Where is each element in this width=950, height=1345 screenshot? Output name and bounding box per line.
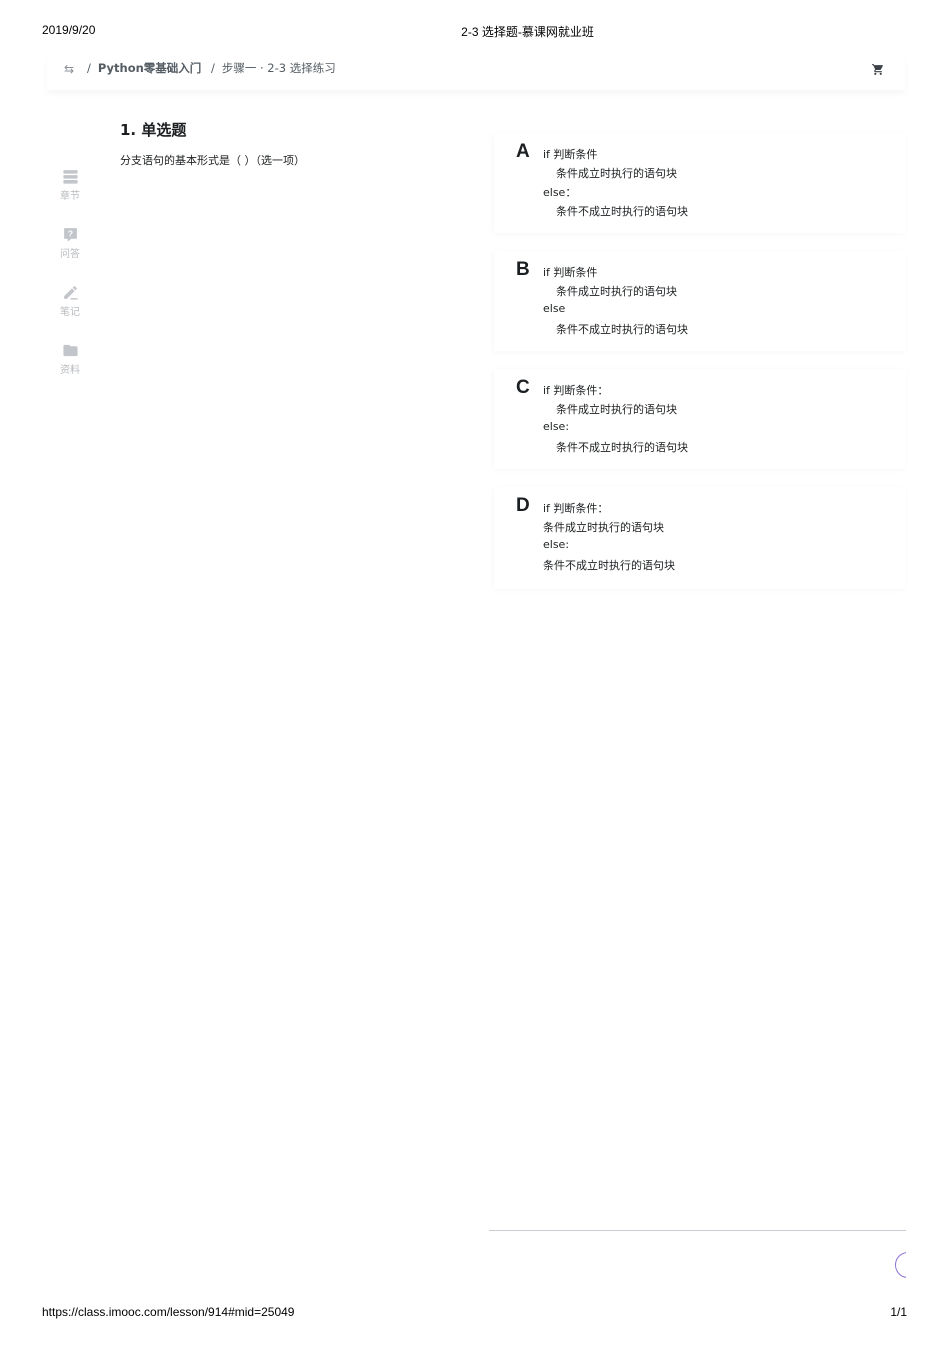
option-line: else:: [543, 420, 570, 433]
switch-arrows-icon[interactable]: ⇆: [61, 61, 77, 77]
option-letter: D: [516, 495, 530, 516]
option-letter: B: [516, 259, 530, 280]
print-page-number: 1/1: [890, 1305, 907, 1319]
sidebar-item-label: 资料: [60, 365, 80, 376]
breadcrumb-course[interactable]: Python零基础入门: [98, 61, 201, 75]
option-line: if 判断条件: [543, 148, 598, 161]
option-line: 条件不成立时执行的语句块: [556, 323, 688, 336]
print-url: https://class.imooc.com/lesson/914#mid=2…: [42, 1305, 295, 1319]
option-line: 条件成立时执行的语句块: [556, 403, 677, 416]
question-title: 1. 单选题: [120, 121, 187, 139]
option-line: 条件成立时执行的语句块: [556, 285, 677, 298]
option-d[interactable]: D if 判断条件： 条件成立时执行的语句块 else: 条件不成立时执行的语句…: [494, 487, 906, 589]
option-line: else:: [543, 538, 570, 551]
pencil-icon: [63, 286, 78, 300]
option-line: 条件成立时执行的语句块: [543, 521, 664, 534]
option-letter: C: [516, 377, 530, 398]
option-b[interactable]: B if 判断条件 条件成立时执行的语句块 else 条件不成立时执行的语句块: [494, 251, 906, 351]
option-line: if 判断条件：: [543, 502, 609, 515]
option-line: 条件不成立时执行的语句块: [556, 205, 688, 218]
sidebar-item-label: 问答: [60, 249, 80, 260]
option-line: else: [543, 302, 566, 315]
sidebar-item-chapters[interactable]: 章节: [53, 168, 87, 202]
bottom-divider: [489, 1230, 906, 1231]
top-bar: ⇆ / Python零基础入门 / 步骤一 · 2-3 选择练习: [47, 54, 905, 90]
option-line: 条件不成立时执行的语句块: [556, 441, 688, 454]
cart-icon[interactable]: [871, 63, 885, 76]
option-a[interactable]: A if 判断条件 条件成立时执行的语句块 else： 条件不成立时执行的语句块: [494, 133, 906, 233]
breadcrumb-separator: /: [87, 61, 91, 75]
svg-text:?: ?: [67, 229, 72, 239]
option-line: else：: [543, 186, 577, 199]
sidebar-item-notes[interactable]: 笔记: [53, 284, 87, 318]
question-text: 分支语句的基本形式是（ ）（选一项）: [120, 154, 305, 167]
option-line: if 判断条件: [543, 266, 598, 279]
option-line: 条件不成立时执行的语句块: [543, 559, 675, 572]
sidebar-item-label: 笔记: [60, 307, 80, 318]
option-line: 条件成立时执行的语句块: [556, 167, 677, 180]
floating-action-button[interactable]: [895, 1250, 906, 1280]
folder-icon: [62, 344, 78, 357]
question-icon: ?: [63, 228, 77, 242]
option-letter: A: [516, 141, 530, 162]
sidebar-item-qa[interactable]: ? 问答: [53, 226, 87, 260]
sidebar-item-label: 章节: [60, 191, 80, 202]
chapters-icon: [62, 170, 78, 184]
option-c[interactable]: C if 判断条件： 条件成立时执行的语句块 else: 条件不成立时执行的语句…: [494, 369, 906, 469]
breadcrumb-lesson: 步骤一 · 2-3 选择练习: [221, 61, 336, 75]
print-page-title: 2-3 选择题-慕课网就业班: [461, 25, 594, 39]
sidebar-item-materials[interactable]: 资料: [53, 342, 87, 376]
breadcrumb: / Python零基础入门 / 步骤一 · 2-3 选择练习: [84, 60, 336, 76]
breadcrumb-separator: /: [210, 61, 215, 75]
option-line: if 判断条件：: [543, 384, 609, 397]
